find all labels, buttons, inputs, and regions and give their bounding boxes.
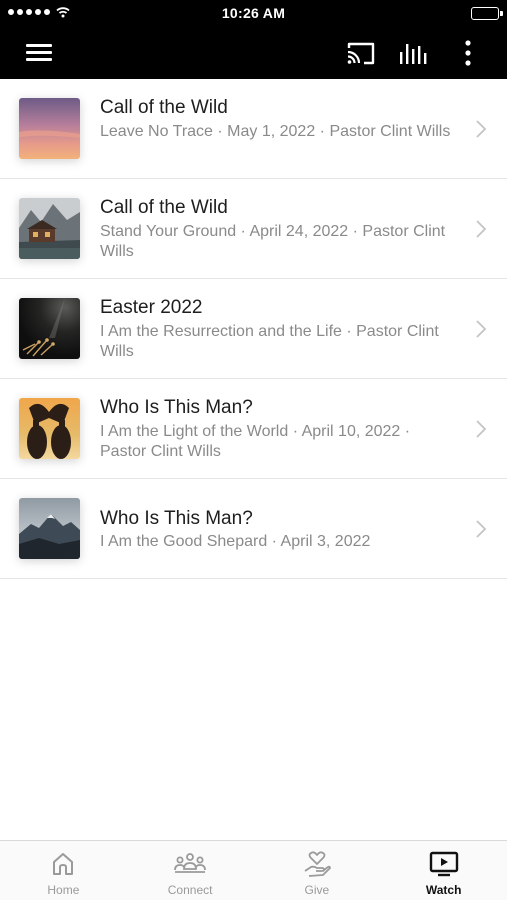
give-hand-icon xyxy=(304,851,331,877)
sermon-thumbnail xyxy=(19,398,80,459)
chevron-right-icon xyxy=(476,220,487,238)
sermon-thumbnail xyxy=(19,198,80,259)
sermon-list: Call of the Wild Leave No Trace · May 1,… xyxy=(0,79,507,579)
tab-label: Home xyxy=(47,883,80,897)
battery-nub xyxy=(500,11,503,16)
chevron-right-icon xyxy=(476,420,487,438)
sermon-row[interactable]: Call of the Wild Stand Your Ground · Apr… xyxy=(0,179,507,279)
status-time: 10:26 AM xyxy=(221,5,286,21)
sermon-subtitle: I Am the Light of the World · April 10, … xyxy=(100,423,411,460)
tab-label: Watch xyxy=(425,883,462,897)
sermon-subtitle: Stand Your Ground · April 24, 2022 · Pas… xyxy=(100,223,446,260)
tab-bar: Home Connect Give Watch xyxy=(0,840,507,900)
more-vertical-icon[interactable] xyxy=(456,36,480,70)
sermon-title: Who Is This Man? xyxy=(100,508,253,529)
status-bar: 10:26 AM xyxy=(0,0,507,26)
sermon-subtitle: I Am the Good Shepard · April 3, 2022 xyxy=(100,533,371,550)
audio-bars-icon[interactable] xyxy=(396,38,432,68)
tab-connect[interactable]: Connect xyxy=(127,841,254,900)
top-bar xyxy=(0,26,507,79)
tab-label: Connect xyxy=(167,883,213,897)
chevron-right-icon xyxy=(476,520,487,538)
sermon-row[interactable]: Who Is This Man? I Am the Good Shepard ·… xyxy=(0,479,507,579)
cast-icon[interactable] xyxy=(342,38,378,68)
sermon-row[interactable]: Call of the Wild Leave No Trace · May 1,… xyxy=(0,79,507,179)
battery-icon xyxy=(471,7,499,20)
tab-give[interactable]: Give xyxy=(254,841,381,900)
sermon-row[interactable]: Who Is This Man? I Am the Light of the W… xyxy=(0,379,507,479)
sermon-subtitle: Leave No Trace · May 1, 2022 · Pastor Cl… xyxy=(100,123,451,140)
hamburger-icon[interactable] xyxy=(20,38,58,66)
sermon-thumbnail xyxy=(19,498,80,559)
sermon-title: Who Is This Man? xyxy=(100,397,253,418)
people-icon xyxy=(174,853,207,873)
chevron-right-icon xyxy=(476,120,487,138)
sermon-title: Call of the Wild xyxy=(100,197,228,218)
sermon-title: Easter 2022 xyxy=(100,297,203,318)
sermon-thumbnail xyxy=(19,98,80,159)
home-icon xyxy=(53,853,74,875)
sermon-subtitle: I Am the Resurrection and the Life · Pas… xyxy=(100,323,439,360)
chevron-right-icon xyxy=(476,320,487,338)
sermon-row[interactable]: Easter 2022 I Am the Resurrection and th… xyxy=(0,279,507,379)
tab-home[interactable]: Home xyxy=(0,841,127,900)
tv-play-icon xyxy=(429,851,458,877)
sermon-thumbnail xyxy=(19,298,80,359)
sermon-title: Call of the Wild xyxy=(100,97,228,118)
tab-watch[interactable]: Watch xyxy=(380,841,507,900)
tab-label: Give xyxy=(304,883,330,897)
